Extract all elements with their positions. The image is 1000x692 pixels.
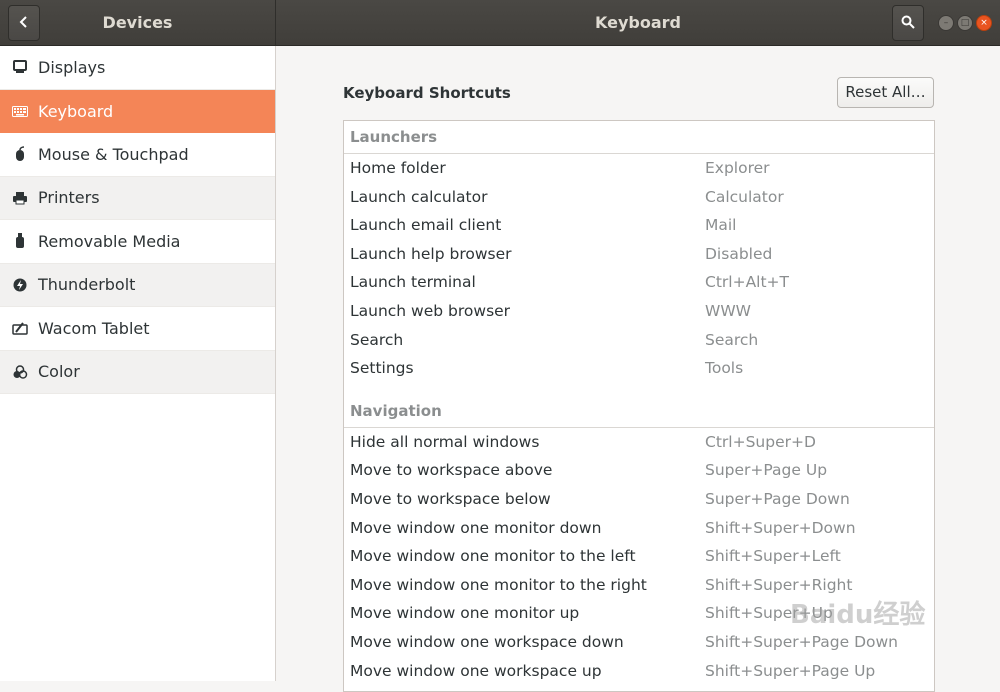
color-icon [12,364,28,380]
close-icon: × [980,18,988,28]
shortcut-row[interactable]: Home folder Explorer [344,154,934,183]
shortcut-name: Launch email client [350,216,502,235]
shortcut-name: Launch calculator [350,187,488,206]
shortcut-accel: Search [705,330,759,349]
shortcut-row[interactable]: Move to workspace below Super+Page Down [344,485,934,514]
sidebar-item-label: Wacom Tablet [38,318,150,338]
shortcut-row[interactable]: Launch terminal Ctrl+Alt+T [344,268,934,297]
shortcut-name: Move to workspace above [350,461,553,480]
shortcut-row[interactable]: Search Search [344,326,934,355]
shortcut-row[interactable]: Launch help browser Disabled [344,240,934,269]
sidebar-item-thunderbolt[interactable]: Thunderbolt [0,263,275,307]
sidebar-item-label: Mouse & Touchpad [38,144,189,164]
sidebar-title: Devices [102,13,173,32]
maximize-button[interactable]: □ [957,15,973,31]
shortcut-name: Hide all normal windows [350,432,540,451]
header-bar: Devices Keyboard – □ × [0,0,1000,46]
sidebar-item-label: Printers [38,188,100,208]
shortcut-name: Move to workspace below [350,489,551,508]
shortcut-row[interactable]: Settings Tools [344,354,934,383]
sidebar-item-displays[interactable]: Displays [0,46,275,90]
shortcut-accel: WWW [705,301,751,320]
shortcut-name: Move window one monitor up [350,604,580,623]
sidebar-item-color[interactable]: Color [0,350,275,394]
sidebar-item-mouse-touchpad[interactable]: Mouse & Touchpad [0,133,275,177]
group-title-launchers: Launchers [344,121,934,154]
shortcut-row[interactable]: Move to workspace above Super+Page Up [344,456,934,485]
shortcut-accel: Mail [705,216,737,235]
main-panel: Keyboard Shortcuts Reset All… Launchers … [276,46,1000,692]
sidebar-item-wacom-tablet[interactable]: Wacom Tablet [0,307,275,351]
shortcut-row[interactable]: Launch web browser WWW [344,297,934,326]
usb-drive-icon [12,233,28,249]
shortcut-name: Search [350,330,404,349]
shortcut-name: Launch terminal [350,273,476,292]
shortcut-accel: Shift+Super+Left [705,547,841,566]
shortcut-accel: Shift+Super+Down [705,518,856,537]
sidebar-item-label: Removable Media [38,231,181,251]
shortcut-name: Move window one monitor down [350,518,602,537]
minimize-icon: – [943,18,949,28]
shortcut-accel: Ctrl+Alt+T [705,273,790,292]
sidebar-item-keyboard[interactable]: Keyboard [0,89,275,133]
shortcut-accel: Disabled [705,244,773,263]
shortcut-row[interactable]: Move window one monitor to the left Shift… [344,542,934,571]
shortcut-accel: Calculator [705,187,784,206]
shortcut-row[interactable]: Move window one monitor down Shift+Super+… [344,514,934,543]
shortcut-name: Move window one monitor to the right [350,575,647,594]
tablet-icon [12,320,28,336]
maximize-icon: □ [960,18,970,28]
shortcut-name: Move window one workspace down [350,632,624,651]
shortcut-row[interactable]: Launch email client Mail [344,211,934,240]
sidebar-item-removable-media[interactable]: Removable Media [0,220,275,264]
shortcut-accel: Super+Page Down [705,489,850,508]
shortcut-name: Launch help browser [350,244,512,263]
reset-all-button[interactable]: Reset All… [837,77,934,108]
shortcut-row[interactable]: Launch calculator Calculator [344,183,934,212]
watermark: Baidu经验 [790,600,926,630]
section-title: Keyboard Shortcuts [343,84,511,102]
sidebar-item-label: Thunderbolt [38,275,136,295]
sidebar-item-printers[interactable]: Printers [0,176,275,220]
display-icon [12,59,28,75]
search-icon [901,14,915,33]
sidebar: Displays Keyboard Mouse & Touchpad Print… [0,46,276,681]
shortcut-name: Launch web browser [350,301,511,320]
shortcut-row[interactable]: Hide all normal windows Ctrl+Super+D [344,428,934,457]
search-button[interactable] [892,5,924,41]
sidebar-item-label: Displays [38,57,106,77]
shortcut-accel: Explorer [705,159,770,177]
shortcut-name: Move window one monitor to the left [350,547,636,566]
close-button[interactable]: × [976,15,992,31]
shortcut-accel: Super+Page Up [705,461,828,480]
group-title-navigation: Navigation [344,395,934,428]
printer-icon [12,190,28,206]
sidebar-item-label: Color [38,362,80,382]
shortcut-name: Settings [350,359,414,378]
shortcut-name: Home folder [350,159,446,177]
thunderbolt-icon [12,277,28,293]
shortcut-accel: Ctrl+Super+D [705,432,816,451]
sidebar-item-label: Keyboard [38,101,114,121]
shortcut-accel: Tools [705,359,744,378]
mouse-icon [12,146,28,162]
minimize-button[interactable]: – [938,15,954,31]
keyboard-icon [12,103,28,119]
